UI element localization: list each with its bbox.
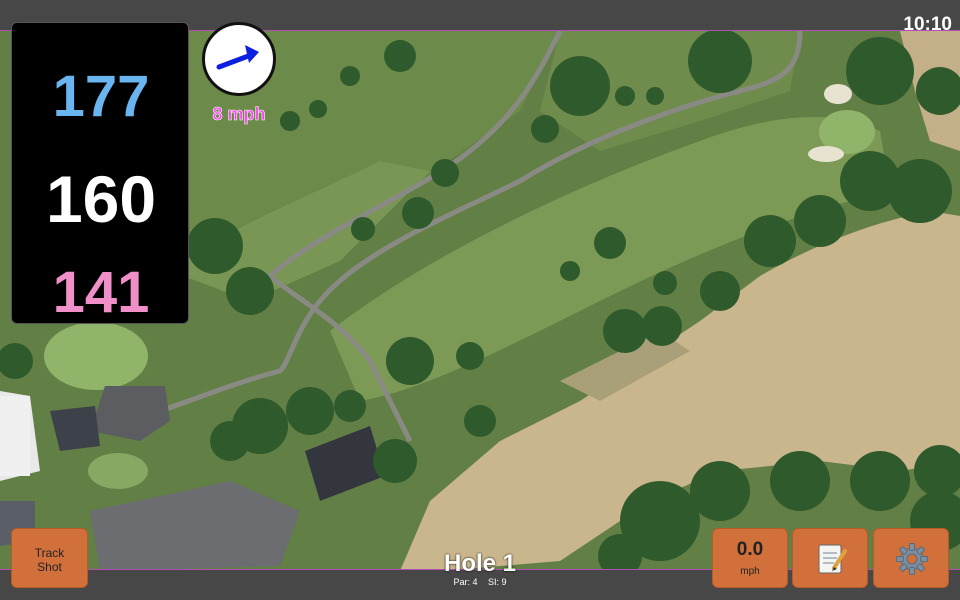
speed-value: 0.0 [736,539,764,560]
speed-button[interactable]: 0.0 mph [712,528,788,588]
track-shot-label-line1: Track [34,546,65,560]
hole-meta: Par: 4 SI: 9 [380,577,580,587]
notes-button[interactable] [792,528,868,588]
wind-direction-dial [202,22,276,96]
back-distance: 177 [52,64,150,129]
speed-unit: mph [740,566,760,577]
settings-button[interactable] [873,528,949,588]
track-shot-label-line2: Shot [37,560,62,574]
hole-title: Hole 1 [443,550,517,577]
hole-par: Par: 4 [453,577,478,587]
wind-speed-label: 8 mph [212,104,266,125]
front-distance: 141 [52,260,150,325]
track-shot-button[interactable]: Track Shot [11,528,88,588]
gear-icon [896,543,928,575]
hole-stroke-index: SI: 9 [488,577,507,587]
notepad-icon [818,544,847,574]
arrow-icon [216,45,259,70]
center-distance: 160 [45,162,157,236]
distance-panel: 177 160 141 [11,22,189,325]
